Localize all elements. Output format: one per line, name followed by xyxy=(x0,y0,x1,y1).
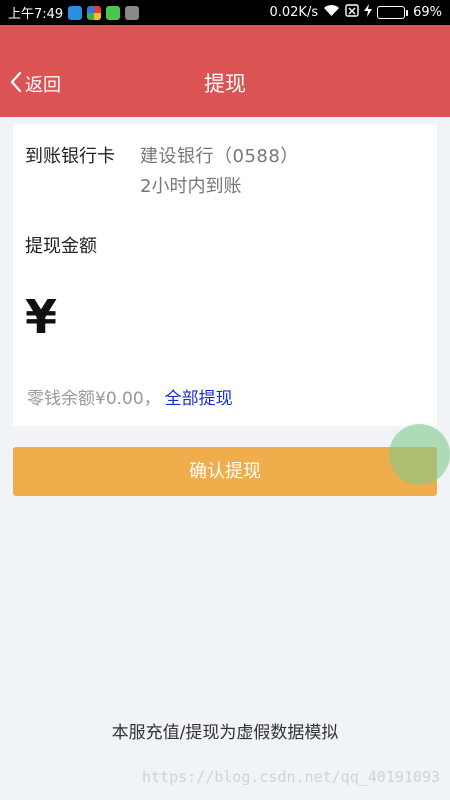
page-title: 提现 xyxy=(204,72,246,96)
amount-label: 提现金额 xyxy=(25,236,97,257)
balance-row: 零钱余额¥0.00， 全部提现 xyxy=(27,384,233,409)
battery-percent: 69% xyxy=(413,5,442,20)
touch-indicator xyxy=(389,424,450,485)
status-right: 0.02K/s 69% xyxy=(269,4,442,21)
currency-symbol: ¥ xyxy=(25,290,58,344)
bank-name[interactable]: 建设银行（0588） xyxy=(140,142,299,168)
network-speed: 0.02K/s xyxy=(269,5,319,20)
amount-input[interactable] xyxy=(83,296,423,344)
footer-note: 本服充值/提现为虚假数据模拟 xyxy=(111,723,339,743)
app-gray-icon xyxy=(125,5,140,20)
app-blue-icon xyxy=(68,5,83,20)
chevron-left-icon xyxy=(10,71,25,98)
withdraw-all-link[interactable]: 全部提现 xyxy=(165,384,233,409)
app-green-icon xyxy=(106,5,121,20)
app-colorful-icon xyxy=(87,5,102,20)
balance-text: 零钱余额¥0.00， xyxy=(27,389,161,409)
status-bar: 上午7:49 0.02K/s 69% xyxy=(0,0,450,25)
confirm-withdraw-button[interactable]: 确认提现 xyxy=(13,447,437,496)
status-left: 上午7:49 xyxy=(8,3,140,22)
battery-icon xyxy=(377,6,409,19)
arrival-time: 2小时内到账 xyxy=(140,176,242,197)
charging-icon xyxy=(364,4,373,21)
withdraw-card: 到账银行卡 建设银行（0588） 2小时内到账 提现金额 ¥ 零钱余额¥0.00… xyxy=(13,124,437,426)
sim-off-icon xyxy=(345,4,359,21)
back-button[interactable]: 返回 xyxy=(10,69,61,99)
back-label: 返回 xyxy=(25,75,61,96)
watermark: https://blog.csdn.net/qq_40191093 xyxy=(141,768,440,786)
status-time: 上午7:49 xyxy=(8,7,64,22)
bank-card-label: 到账银行卡 xyxy=(25,146,115,167)
wifi-icon xyxy=(323,4,340,21)
nav-bar: 返回 提现 xyxy=(0,25,450,117)
